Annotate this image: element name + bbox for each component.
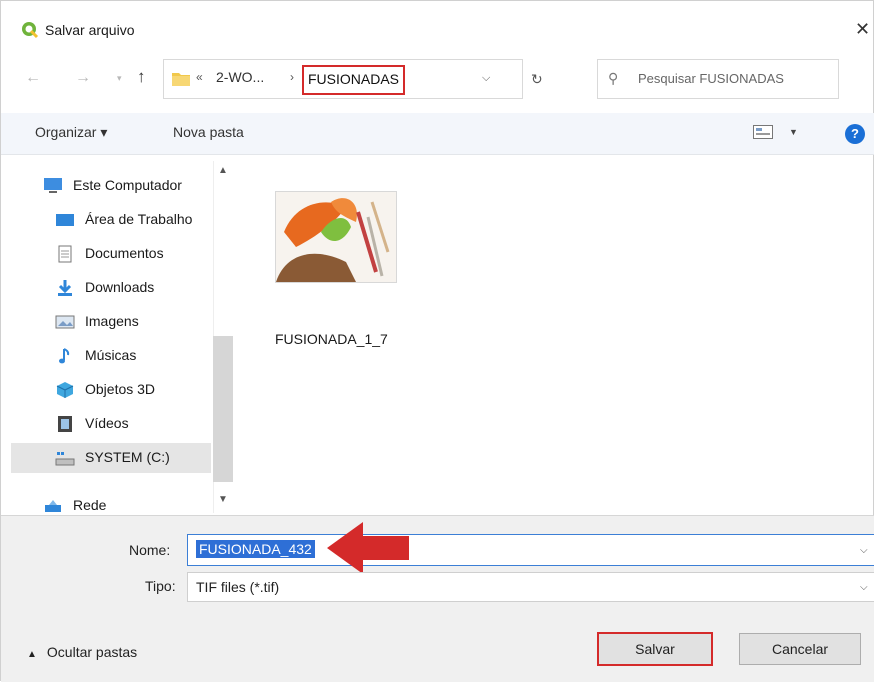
nav-item-pictures[interactable]: Imagens: [11, 307, 211, 337]
nav-item-label: Área de Trabalho: [85, 211, 193, 227]
nav-item-label: Imagens: [85, 313, 139, 329]
chevron-down-icon[interactable]: ⌵: [860, 582, 868, 593]
cancel-button[interactable]: Cancelar: [739, 633, 861, 665]
help-icon[interactable]: ?: [845, 124, 865, 144]
file-thumbnail: [275, 191, 397, 283]
nav-item-label: Músicas: [85, 347, 137, 363]
file-list-area[interactable]: FUSIONADA_1_7: [235, 161, 871, 513]
file-name-value[interactable]: FUSIONADA_432: [196, 540, 315, 558]
music-icon: [59, 348, 70, 364]
refresh-icon[interactable]: ↻: [531, 71, 543, 88]
hide-folders-label: Ocultar pastas: [46, 644, 138, 660]
address-row: ← → ▾ ↑ « 2-WO... › FUSIONADAS ⌵ ↻ ⚲ Pes…: [1, 57, 874, 103]
nav-item-downloads[interactable]: Downloads: [11, 273, 211, 303]
save-form-panel: Nome: FUSIONADA_432 ⌵ Tipo: TIF files (*…: [1, 515, 874, 682]
breadcrumb-current[interactable]: FUSIONADAS: [302, 65, 406, 95]
nav-item-label: Rede: [73, 497, 107, 513]
documents-icon: [58, 245, 72, 263]
organize-menu-button[interactable]: Organizar ▾: [35, 124, 107, 141]
view-options-chevron-icon[interactable]: ▼: [789, 127, 798, 137]
title-bar: Salvar arquivo ✕: [1, 1, 874, 53]
save-button[interactable]: Salvar: [597, 632, 713, 666]
chevron-up-icon: ▲: [27, 649, 37, 660]
desktop-icon: [56, 214, 74, 226]
nav-item-label: Vídeos: [85, 415, 129, 431]
downloads-icon: [58, 280, 72, 296]
image-thumbnail-icon: [276, 192, 396, 282]
nav-item-label: Objetos 3D: [85, 381, 156, 397]
navigation-scrollbar-thumb[interactable]: [213, 336, 233, 482]
nav-item-documents[interactable]: Documentos: [11, 239, 211, 269]
scroll-down-icon[interactable]: ▼: [218, 494, 228, 505]
chevron-down-icon[interactable]: ⌵: [482, 72, 490, 85]
nav-item-this-pc[interactable]: Este Computador: [11, 171, 211, 201]
search-placeholder: Pesquisar FUSIONADAS: [638, 71, 784, 86]
nav-item-system-drive[interactable]: SYSTEM (C:): [11, 443, 211, 473]
file-name: FUSIONADA_1_7: [275, 331, 388, 347]
search-icon: ⚲: [608, 70, 619, 86]
up-arrow-icon[interactable]: ↑: [137, 67, 146, 87]
nav-item-videos[interactable]: Vídeos: [11, 409, 211, 439]
3d-objects-icon: [56, 382, 74, 398]
qgis-logo-icon: [22, 22, 39, 39]
nav-item-3d-objects[interactable]: Objetos 3D: [11, 375, 211, 405]
breadcrumb-overflow[interactable]: «: [196, 70, 203, 84]
scroll-up-icon[interactable]: ▲: [218, 165, 228, 176]
breadcrumb-separator[interactable]: ›: [290, 70, 294, 84]
nav-item-label: Documentos: [85, 245, 164, 261]
nav-item-desktop[interactable]: Área de Trabalho: [11, 205, 211, 235]
nav-item-music[interactable]: Músicas: [11, 341, 211, 371]
file-name-label: Nome:: [129, 542, 171, 558]
file-type-select[interactable]: TIF files (*.tif) ⌵: [187, 572, 874, 602]
nav-item-label: Downloads: [85, 279, 155, 295]
computer-icon: [44, 178, 62, 193]
folder-icon: [172, 73, 190, 86]
address-bar[interactable]: « 2-WO... › FUSIONADAS ⌵: [163, 59, 523, 99]
chevron-down-icon[interactable]: ⌵: [860, 545, 868, 556]
save-file-dialog: Salvar arquivo ✕ ← → ▾ ↑ « 2-WO... › FUS…: [0, 0, 874, 682]
view-options-icon[interactable]: [753, 125, 773, 139]
breadcrumb-parent[interactable]: 2-WO...: [216, 69, 264, 85]
command-toolbar: Organizar ▾ Nova pasta ▼ ?: [1, 113, 874, 155]
file-type-label: Tipo:: [145, 578, 176, 594]
file-item[interactable]: FUSIONADA_1_7: [271, 191, 401, 347]
forward-arrow-icon[interactable]: →: [75, 69, 91, 87]
hide-folders-toggle[interactable]: ▲ Ocultar pastas: [27, 644, 137, 660]
nav-item-label: SYSTEM (C:): [85, 449, 170, 465]
navigation-pane: Este Computador Área de Trabalho Documen…: [11, 161, 233, 513]
new-folder-button[interactable]: Nova pasta: [173, 124, 244, 140]
pictures-icon: [55, 315, 75, 329]
search-input[interactable]: ⚲ Pesquisar FUSIONADAS: [597, 59, 839, 99]
file-type-value: TIF files (*.tif): [196, 579, 280, 595]
nav-item-label: Este Computador: [73, 177, 182, 193]
file-name-input[interactable]: FUSIONADA_432 ⌵: [187, 534, 874, 566]
close-icon[interactable]: ✕: [855, 19, 870, 40]
recent-locations-chevron-icon[interactable]: ▾: [117, 73, 122, 84]
network-icon: [45, 500, 61, 512]
window-title: Salvar arquivo: [45, 22, 135, 38]
back-arrow-icon[interactable]: ←: [25, 69, 41, 87]
drive-icon: [55, 452, 75, 466]
annotation-arrow-icon: [327, 522, 409, 574]
videos-icon: [58, 416, 72, 432]
